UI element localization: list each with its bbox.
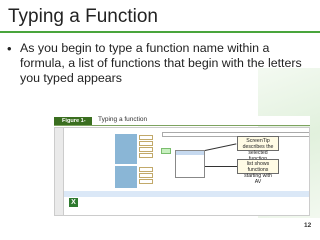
figure: Figure 1-12 Typing a function ScreenTip …	[54, 116, 310, 216]
row-header-column	[55, 128, 64, 215]
figure-rule	[54, 125, 310, 126]
summary-label-block	[115, 134, 137, 164]
slide-title: Typing a Function	[8, 6, 158, 27]
callout-arrow	[205, 166, 237, 167]
value-cell	[139, 135, 153, 140]
value-cell	[139, 153, 153, 158]
value-cell	[139, 147, 153, 152]
function-autocomplete-list	[175, 150, 205, 178]
table-row	[64, 198, 309, 204]
table-row	[64, 205, 309, 211]
spreadsheet-screenshot: ScreenTip describes the selected functio…	[54, 127, 310, 216]
figure-label: Figure 1-12	[54, 117, 92, 132]
page-number: 12	[304, 222, 312, 229]
value-cell	[139, 141, 153, 146]
excel-app-icon: X	[69, 198, 78, 207]
function-list-callout: list shows functions starting with AV	[237, 159, 279, 185]
formula-bar	[162, 132, 309, 137]
bullet-item: • As you begin to type a function name w…	[7, 41, 307, 86]
value-cell	[139, 173, 153, 178]
bullet-dot-icon: •	[7, 41, 12, 56]
autocomplete-item	[176, 173, 204, 177]
table-header-row	[64, 191, 309, 197]
value-cell	[139, 179, 153, 184]
callout-arrow	[204, 143, 237, 151]
active-cell	[161, 148, 171, 154]
value-cell	[139, 167, 153, 172]
figure-title: Typing a function	[98, 116, 148, 123]
title-underline	[0, 31, 320, 33]
bullet-text: As you begin to type a function name wit…	[20, 41, 302, 85]
screentip-callout: ScreenTip describes the selected functio…	[237, 136, 279, 162]
summary-label-block	[115, 166, 137, 188]
